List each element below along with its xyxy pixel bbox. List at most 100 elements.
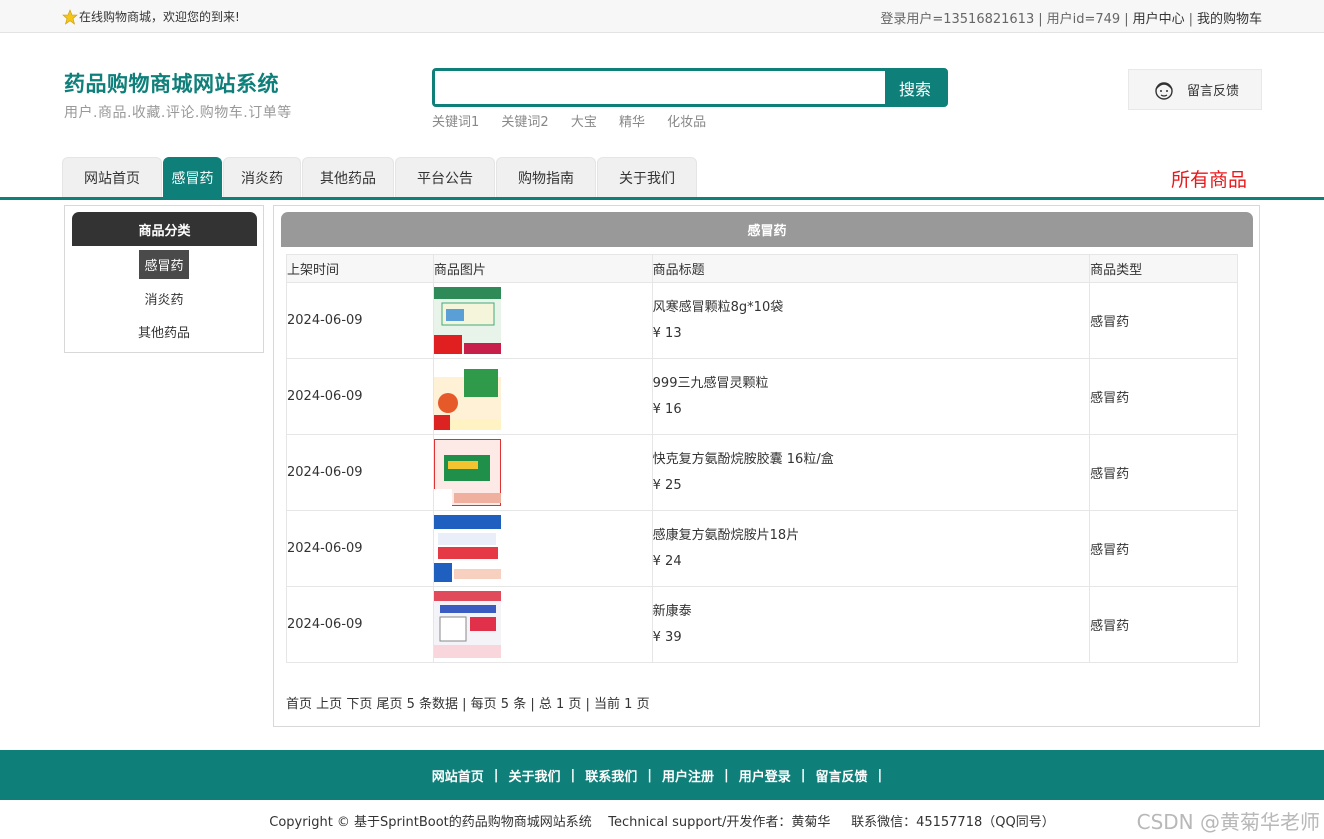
pager-first[interactable]: 首页 — [286, 697, 312, 712]
date-cell: 2024-06-09 — [286, 282, 434, 359]
pager-info: 5 条数据 | 每页 5 条 | 总 1 页 | 当前 1 页 — [406, 697, 650, 712]
column-header: 商品图片 — [432, 254, 653, 283]
product-thumbnail[interactable] — [433, 287, 501, 354]
category-item-cold-medicine[interactable]: 感冒药 — [65, 250, 263, 279]
product-title-link[interactable]: 风寒感冒颗粒8g*10袋 — [653, 295, 1089, 321]
welcome-text: 在线购物商城，欢迎您的到来! — [79, 10, 240, 24]
product-thumbnail[interactable] — [433, 363, 501, 430]
hot-keywords: 关键词1 关键词2 大宝 精华 化妆品 — [432, 111, 724, 130]
product-thumbnail[interactable] — [433, 515, 501, 582]
type-cell: 感冒药 — [1089, 434, 1238, 511]
title-cell: 999三九感冒灵颗粒 ¥ 16 — [651, 358, 1091, 435]
title-cell: 快克复方氨酚烷胺胶囊 16粒/盒 ¥ 25 — [651, 434, 1091, 511]
table-row: 2024-06-09 感康复方氨酚烷胺片18片 ¥ 24 感冒药 — [286, 510, 1238, 587]
site-logo[interactable]: 药品购物商城网站系统 用户.商品.收藏.评论.购物车.订单等 — [64, 68, 292, 122]
nav-tab-cold-medicine[interactable]: 感冒药 — [163, 157, 222, 197]
title-cell: 新康泰 ¥ 39 — [651, 586, 1091, 663]
product-title-link[interactable]: 新康泰 — [653, 599, 1089, 625]
welcome-message: 在线购物商城，欢迎您的到来! — [62, 8, 240, 25]
product-table: 上架时间 商品图片 商品标题 商品类型 2024-06-09 风寒感冒颗粒8g*… — [286, 254, 1238, 663]
category-title: 商品分类 — [72, 212, 257, 246]
image-cell — [432, 510, 653, 587]
footer-link-about[interactable]: 关于我们 — [508, 766, 560, 785]
copyright-text: Copyright © 基于SprintBoot的药品购物商城网站系统 Tech… — [269, 815, 1055, 830]
nav-tab-shopping-guide[interactable]: 购物指南 — [496, 157, 596, 197]
user-id-text: 用户id=749 — [1046, 12, 1121, 27]
cart-link[interactable]: 我的购物车 — [1197, 12, 1262, 27]
all-goods-link[interactable]: 所有商品 — [1171, 165, 1247, 192]
user-center-link[interactable]: 用户中心 — [1133, 12, 1185, 27]
category-label: 其他药品 — [137, 326, 190, 341]
footer-link-feedback[interactable]: 留言反馈 — [816, 766, 868, 785]
footer-link-contact[interactable]: 联系我们 — [585, 766, 637, 785]
product-title-link[interactable]: 999三九感冒灵颗粒 — [653, 371, 1089, 397]
table-row: 2024-06-09 快克复方氨酚烷胺胶囊 16粒/盒 ¥ 25 感冒药 — [286, 434, 1238, 511]
nav-tab-about[interactable]: 关于我们 — [597, 157, 697, 197]
keyword-link[interactable]: 精华 — [619, 115, 645, 130]
product-list-panel: 感冒药 上架时间 商品图片 商品标题 商品类型 2024-06-09 风寒感冒颗… — [273, 205, 1260, 727]
product-thumbnail[interactable] — [433, 439, 501, 506]
date-cell: 2024-06-09 — [286, 434, 434, 511]
nav-tab-home[interactable]: 网站首页 — [62, 157, 162, 197]
keyword-link[interactable]: 化妆品 — [667, 115, 706, 130]
search-input[interactable] — [435, 71, 885, 104]
site-title: 药品购物商城网站系统 — [64, 72, 279, 96]
type-cell: 感冒药 — [1089, 358, 1238, 435]
product-price: ¥ 13 — [652, 325, 682, 341]
panel-title: 感冒药 — [281, 212, 1253, 247]
watermark: CSDN @黄菊华老师 — [1136, 810, 1320, 834]
search-button[interactable]: 搜索 — [885, 71, 945, 104]
product-thumbnail[interactable] — [433, 591, 501, 658]
pagination: 首页 上页 下页 尾页 5 条数据 | 每页 5 条 | 总 1 页 | 当前 … — [286, 693, 650, 712]
star-icon — [62, 8, 78, 25]
search-box: 搜索 — [432, 68, 948, 107]
type-cell: 感冒药 — [1089, 510, 1238, 587]
footer-link-home[interactable]: 网站首页 — [432, 766, 484, 785]
image-cell — [432, 586, 653, 663]
nav-tab-anti-inflammatory[interactable]: 消炎药 — [223, 157, 301, 197]
category-item-other-medicine[interactable]: 其他药品 — [65, 317, 263, 346]
column-header: 上架时间 — [286, 254, 434, 283]
site-subtitle: 用户.商品.收藏.评论.购物车.订单等 — [64, 105, 292, 121]
product-price: ¥ 39 — [652, 629, 682, 645]
keyword-link[interactable]: 关键词2 — [501, 115, 548, 130]
feedback-button[interactable]: 留言反馈 — [1128, 69, 1262, 110]
date-cell: 2024-06-09 — [286, 358, 434, 435]
image-cell — [432, 282, 653, 359]
keyword-link[interactable]: 大宝 — [571, 115, 597, 130]
table-row: 2024-06-09 999三九感冒灵颗粒 ¥ 16 感冒药 — [286, 358, 1238, 435]
top-bar: 在线购物商城，欢迎您的到来! 登录用户=13516821613 | 用户id=749… — [0, 0, 1324, 33]
column-header: 商品类型 — [1089, 254, 1238, 283]
category-label: 感冒药 — [139, 250, 189, 279]
category-sidebar: 商品分类 感冒药 消炎药 其他药品 — [64, 205, 264, 353]
date-cell: 2024-06-09 — [286, 510, 434, 587]
user-links: 登录用户=13516821613 | 用户id=749 | 用户中心 | 我的购物车 — [880, 12, 1262, 27]
product-price: ¥ 16 — [652, 401, 682, 417]
footer-nav: 网站首页 | 关于我们 | 联系我们 | 用户注册 | 用户登录 | 留言反馈 | — [0, 750, 1324, 800]
pager-last[interactable]: 尾页 — [376, 697, 402, 712]
image-cell — [432, 358, 653, 435]
product-title-link[interactable]: 感康复方氨酚烷胺片18片 — [653, 523, 1089, 549]
main-nav: 网站首页 感冒药 消炎药 其他药品 平台公告 购物指南 关于我们 所有商品 — [0, 157, 1324, 200]
product-title-link[interactable]: 快克复方氨酚烷胺胶囊 16粒/盒 — [653, 447, 1089, 473]
date-cell: 2024-06-09 — [286, 586, 434, 663]
column-header: 商品标题 — [651, 254, 1091, 283]
type-cell: 感冒药 — [1089, 586, 1238, 663]
keyword-link[interactable]: 关键词1 — [432, 115, 479, 130]
footer-link-login[interactable]: 用户登录 — [739, 766, 791, 785]
table-row: 2024-06-09 新康泰 ¥ 39 感冒药 — [286, 586, 1238, 663]
image-cell — [432, 434, 653, 511]
feedback-label: 留言反馈 — [1187, 84, 1240, 99]
table-header-row: 上架时间 商品图片 商品标题 商品类型 — [286, 254, 1238, 283]
type-cell: 感冒药 — [1089, 282, 1238, 359]
pager-next[interactable]: 下页 — [346, 697, 372, 712]
nav-tab-other-medicine[interactable]: 其他药品 — [302, 157, 394, 197]
product-price: ¥ 24 — [652, 553, 682, 569]
pager-prev[interactable]: 上页 — [316, 697, 342, 712]
category-label: 消炎药 — [144, 293, 184, 308]
category-item-anti-inflammatory[interactable]: 消炎药 — [65, 284, 263, 313]
product-price: ¥ 25 — [652, 477, 682, 493]
title-cell: 感康复方氨酚烷胺片18片 ¥ 24 — [651, 510, 1091, 587]
nav-tab-announcements[interactable]: 平台公告 — [395, 157, 495, 197]
footer-link-register[interactable]: 用户注册 — [662, 766, 714, 785]
